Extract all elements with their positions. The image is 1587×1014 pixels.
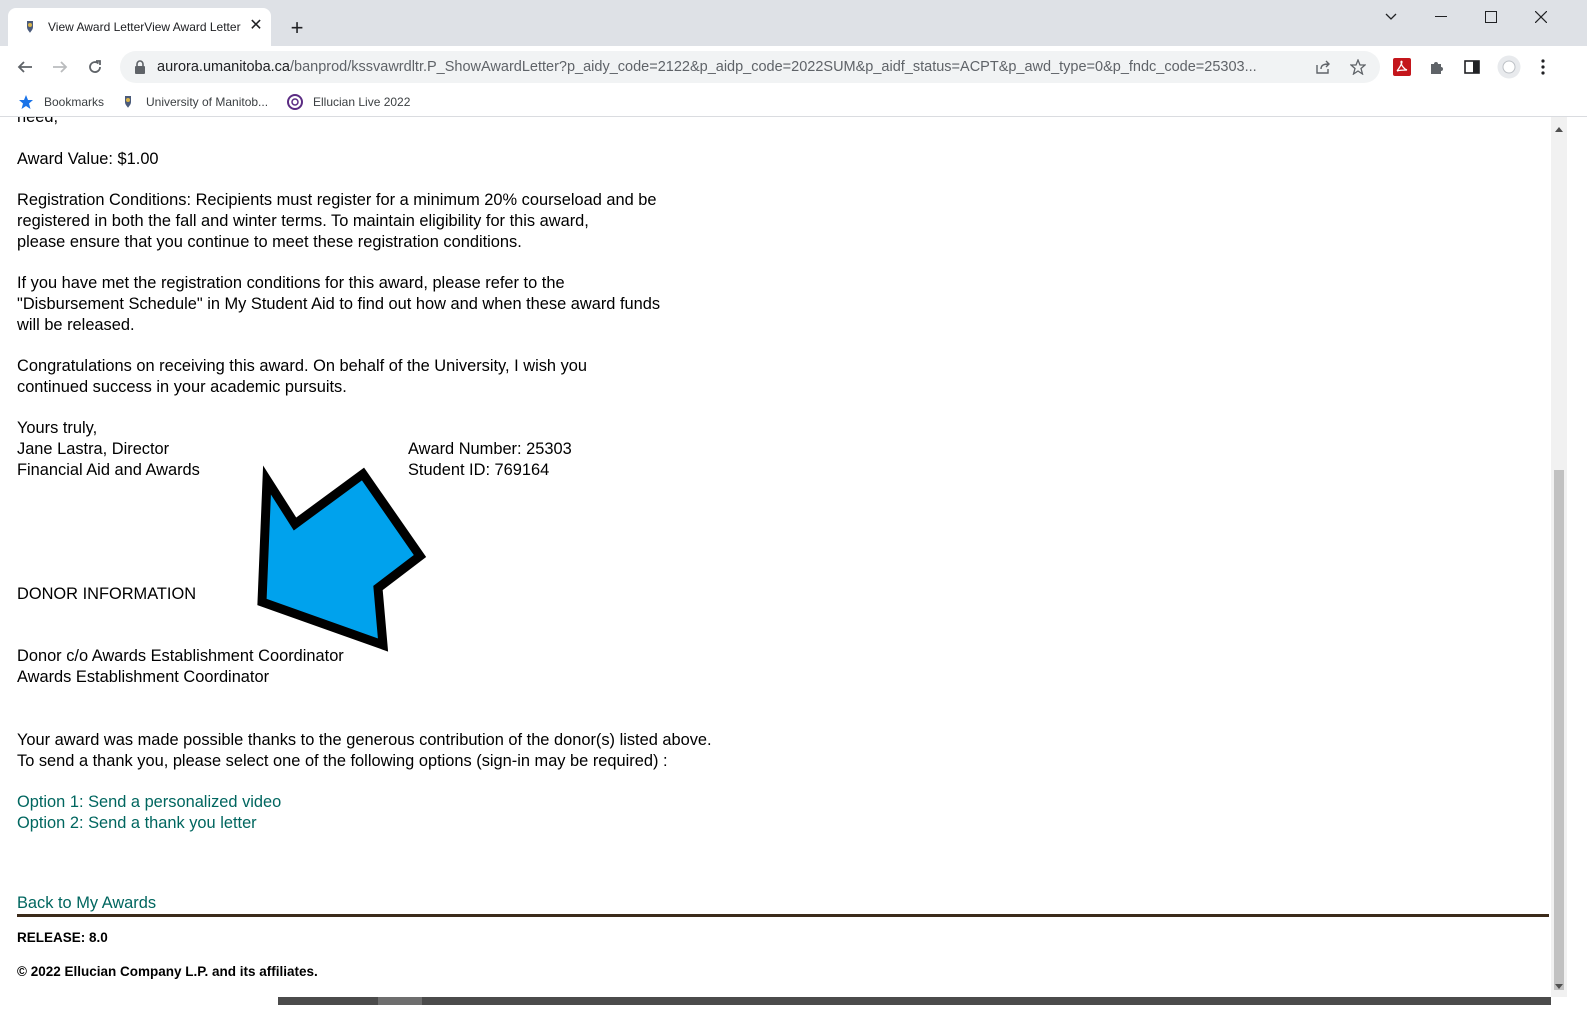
disbursement-line-3: will be released. [17,316,135,334]
bookmark-item-ellucian[interactable]: Ellucian Live 2022 [287,93,410,111]
back-arrow-icon[interactable] [12,54,38,80]
tab-search-icon[interactable] [1366,0,1416,34]
browser-toolbar: aurora.umanitoba.ca/banprod/kssvawrdltr.… [0,46,1587,88]
copyright: © 2022 Ellucian Company L.P. and its aff… [17,964,318,979]
registration-conditions-line-2: registered in both the fall and winter t… [17,212,589,230]
thank-you-line-1: Your award was made possible thanks to t… [17,731,712,749]
signer-name: Jane Lastra, Director [17,440,170,458]
scrollbar-thumb[interactable] [1554,470,1564,990]
forward-arrow-icon[interactable] [47,54,73,80]
option-letter-link[interactable]: Option 2: Send a thank you letter [17,813,257,834]
more-menu-icon[interactable] [1533,57,1553,77]
annotation-arrow-icon [257,465,427,652]
horizontal-scrollbar-thumb[interactable] [278,997,1551,1005]
back-to-awards-link[interactable]: Back to My Awards [17,893,156,914]
reload-icon[interactable] [82,54,108,80]
registration-conditions-line-3: please ensure that you continue to meet … [17,233,522,251]
page-viewport: need, Award Value: $1.00 Registration Co… [0,117,1567,997]
browser-tab[interactable]: View Award LetterView Award Letter ✕ [8,8,271,46]
disbursement-line-2: "Disbursement Schedule" in My Student Ai… [17,295,661,313]
close-window-icon[interactable] [1516,0,1566,34]
pdf-extension-icon[interactable] [1392,57,1412,77]
university-crest-icon [120,94,136,110]
thank-you-line-2: To send a thank you, please select one o… [17,752,668,770]
minimize-icon[interactable] [1416,0,1466,34]
congrats-line-1: Congratulations on receiving this award.… [17,357,588,375]
star-icon [18,94,34,110]
bookmark-item-bookmarks[interactable]: Bookmarks [18,93,104,111]
award-number: Award Number: 25303 [408,440,572,458]
extensions-puzzle-icon[interactable] [1427,57,1447,77]
profile-avatar-icon[interactable] [1497,55,1521,79]
signer-department: Financial Aid and Awards [17,461,200,479]
release-label: RELEASE: 8.0 [17,930,108,945]
share-icon[interactable] [1313,57,1333,77]
tab-strip: View Award LetterView Award Letter ✕ + [0,0,1587,46]
horizontal-scrollbar[interactable] [0,997,1587,1014]
award-value: Award Value: $1.00 [17,150,159,168]
side-panel-icon[interactable] [1462,57,1482,77]
new-tab-button[interactable]: + [286,17,308,39]
scroll-down-icon[interactable] [1555,984,1563,989]
horizontal-scrollbar-highlight [378,997,422,1005]
university-crest-icon [22,19,38,35]
address-bar[interactable]: aurora.umanitoba.ca/banprod/kssvawrdltr.… [120,51,1380,83]
registration-conditions-line-1: Registration Conditions: Recipients must… [17,191,657,209]
maximize-icon[interactable] [1466,0,1516,34]
url-text[interactable]: aurora.umanitoba.ca/banprod/kssvawrdltr.… [157,59,1307,75]
cut-off-text: need, [17,117,59,126]
lock-icon[interactable] [132,59,148,75]
bookmark-star-icon[interactable] [1348,57,1368,77]
option-video-link[interactable]: Option 1: Send a personalized video [17,792,281,813]
tab-title: View Award LetterView Award Letter [48,20,241,34]
footer-divider [17,914,1549,917]
close-tab-icon[interactable]: ✕ [248,18,264,34]
donor-line-2: Awards Establishment Coordinator [17,668,270,686]
closing: Yours truly, [17,419,98,437]
vertical-scrollbar[interactable] [1551,117,1567,997]
congrats-line-2: continued success in your academic pursu… [17,378,347,396]
donor-heading: DONOR INFORMATION [17,585,197,603]
scroll-up-icon[interactable] [1555,127,1563,132]
bookmark-item-university[interactable]: University of Manitob... [120,93,268,111]
disbursement-line-1: If you have met the registration conditi… [17,274,565,292]
ellucian-icon [287,94,303,110]
bookmarks-bar: Bookmarks University of Manitob... Elluc… [0,88,1587,117]
